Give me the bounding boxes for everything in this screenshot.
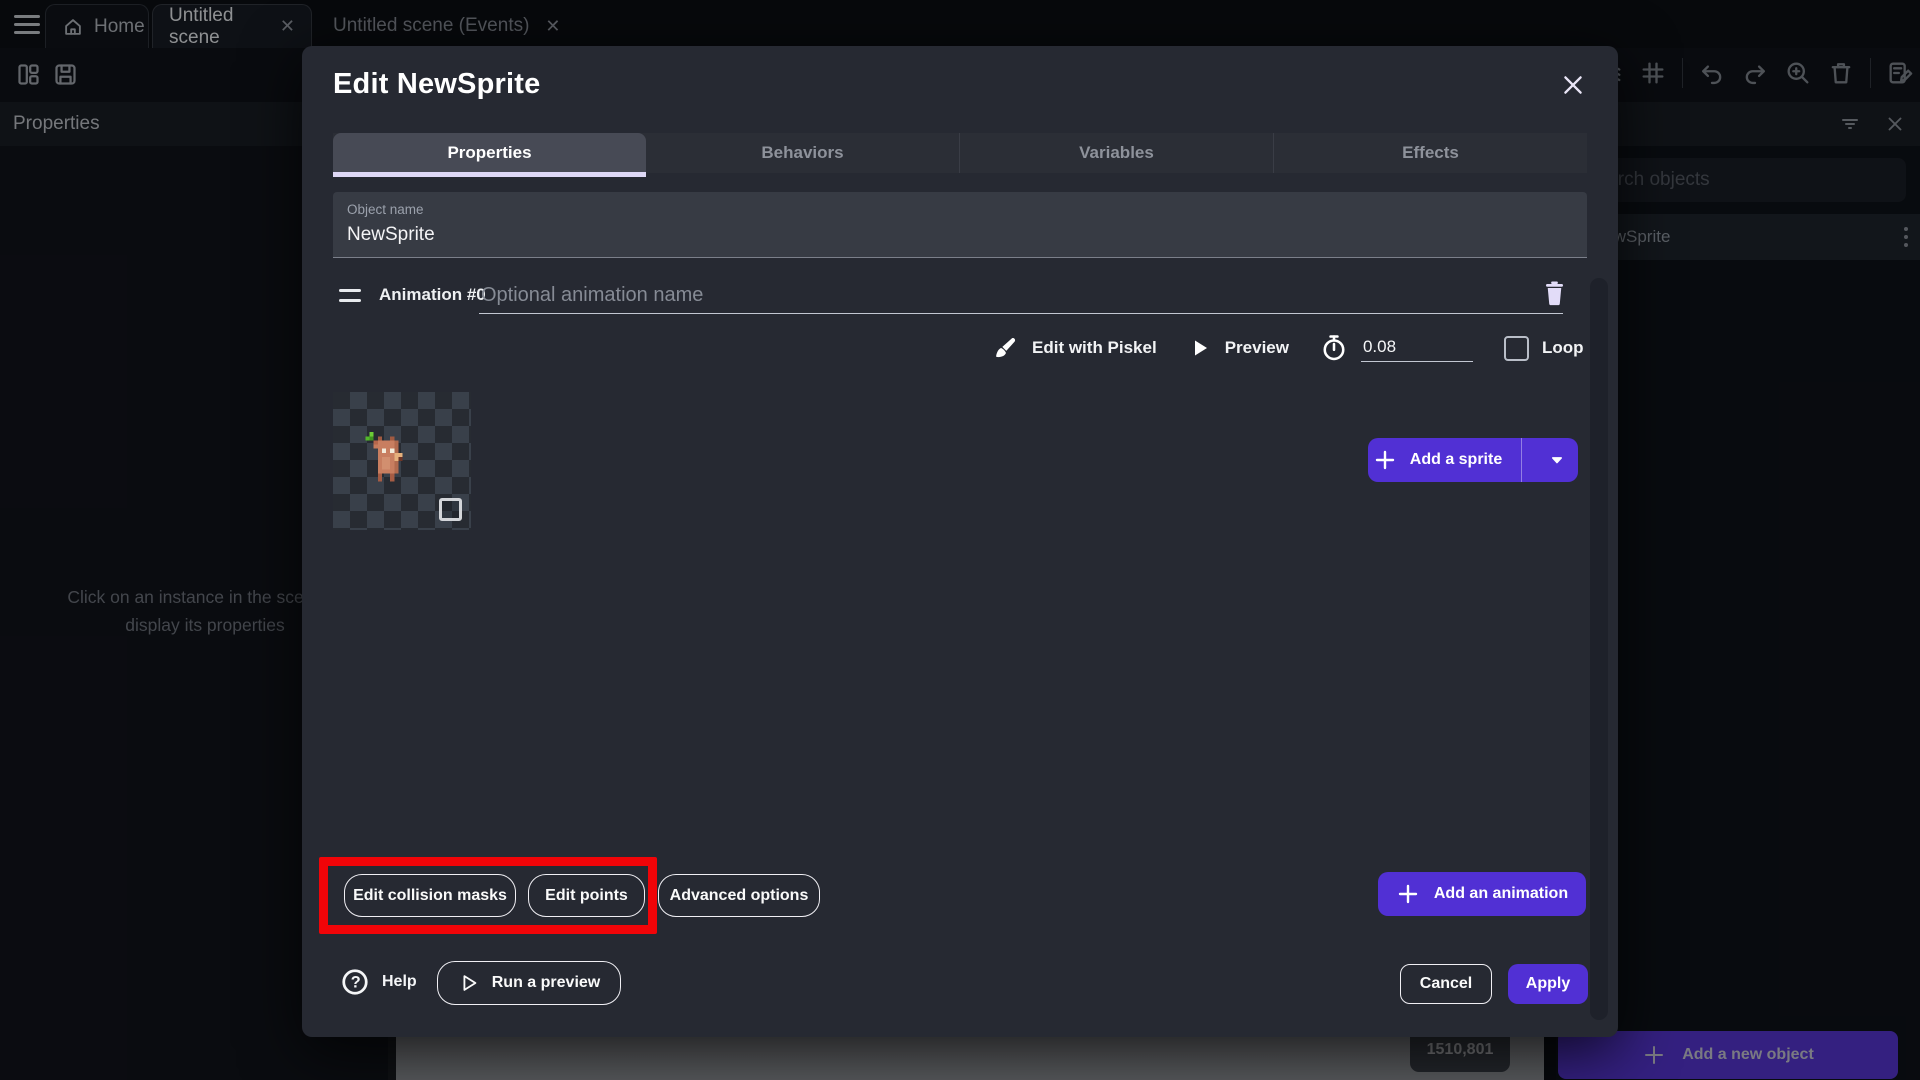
plus-icon xyxy=(1373,448,1397,472)
apply-button[interactable]: Apply xyxy=(1508,964,1588,1004)
tab-behaviors[interactable]: Behaviors xyxy=(646,133,959,173)
object-name-value: NewSprite xyxy=(347,224,435,245)
animation-name-input[interactable] xyxy=(479,278,1563,314)
button-label: Edit points xyxy=(545,886,628,904)
add-sprite-dropdown-button[interactable] xyxy=(1536,438,1578,482)
edit-collision-masks-button[interactable]: Edit collision masks xyxy=(344,874,516,917)
cancel-button[interactable]: Cancel xyxy=(1400,964,1492,1004)
loop-label: Loop xyxy=(1541,338,1584,357)
help-label: Help xyxy=(382,973,417,990)
sprite-frame-thumbnail[interactable] xyxy=(333,392,471,530)
gdevelop-editor: Home Untitled scene ✕ Untitled scene (Ev… xyxy=(0,0,1920,1080)
play-outline-icon xyxy=(458,972,480,994)
add-sprite-label: Add a sprite xyxy=(1409,451,1503,468)
drag-handle-icon[interactable] xyxy=(339,289,361,302)
frame-select-checkbox[interactable] xyxy=(439,498,462,521)
sprite-image xyxy=(353,428,419,494)
object-name-field[interactable]: Object name NewSprite xyxy=(333,192,1587,258)
add-sprite-button[interactable]: Add a sprite xyxy=(1368,438,1507,482)
edit-points-button[interactable]: Edit points xyxy=(528,874,645,917)
edit-sprite-dialog: Edit NewSprite Properties Behaviors Vari… xyxy=(302,46,1618,1037)
active-tab-indicator xyxy=(333,172,646,177)
button-label: Apply xyxy=(1525,975,1571,992)
animation-toolbar: Edit with Piskel Preview Loop xyxy=(992,328,1584,368)
add-sprite-split-button: Add a sprite xyxy=(1368,438,1578,482)
add-animation-button[interactable]: Add an animation xyxy=(1378,872,1586,916)
animation-row: Animation #0 xyxy=(333,274,1587,320)
advanced-options-button[interactable]: Advanced options xyxy=(658,874,820,917)
delete-animation-icon[interactable] xyxy=(1541,278,1568,308)
tab-label: Properties xyxy=(447,143,532,162)
run-preview-button[interactable]: Run a preview xyxy=(437,961,621,1005)
button-label: Cancel xyxy=(1419,975,1473,992)
object-name-label: Object name xyxy=(347,202,424,217)
tab-variables[interactable]: Variables xyxy=(959,133,1273,173)
edit-with-piskel-button[interactable]: Edit with Piskel xyxy=(1032,338,1157,358)
svg-text:?: ? xyxy=(351,974,361,992)
dialog-title: Edit NewSprite xyxy=(333,68,541,100)
play-icon xyxy=(1188,336,1212,360)
button-divider xyxy=(1521,438,1522,482)
dialog-scrollbar[interactable] xyxy=(1590,278,1608,1020)
time-between-frames-input[interactable] xyxy=(1360,334,1473,362)
preview-button[interactable]: Preview xyxy=(1225,338,1289,358)
animation-label: Animation #0 xyxy=(379,285,486,304)
tab-effects[interactable]: Effects xyxy=(1273,133,1587,173)
dialog-tab-bar: Properties Behaviors Variables Effects xyxy=(333,133,1587,177)
tab-label: Effects xyxy=(1402,143,1459,162)
loop-checkbox[interactable] xyxy=(1503,335,1529,361)
button-label: Advanced options xyxy=(669,886,809,904)
help-icon: ? xyxy=(340,967,370,997)
tab-label: Variables xyxy=(1079,143,1154,162)
tab-label: Behaviors xyxy=(761,143,844,162)
add-animation-label: Add an animation xyxy=(1433,885,1569,902)
run-preview-label: Run a preview xyxy=(491,974,601,991)
help-button[interactable]: ? Help xyxy=(340,967,417,997)
brush-icon xyxy=(992,335,1019,362)
button-label: Edit collision masks xyxy=(353,886,507,904)
plus-icon xyxy=(1396,882,1420,906)
close-dialog-icon[interactable] xyxy=(1560,72,1586,98)
tab-properties[interactable]: Properties xyxy=(333,133,646,177)
stopwatch-icon xyxy=(1320,333,1348,363)
